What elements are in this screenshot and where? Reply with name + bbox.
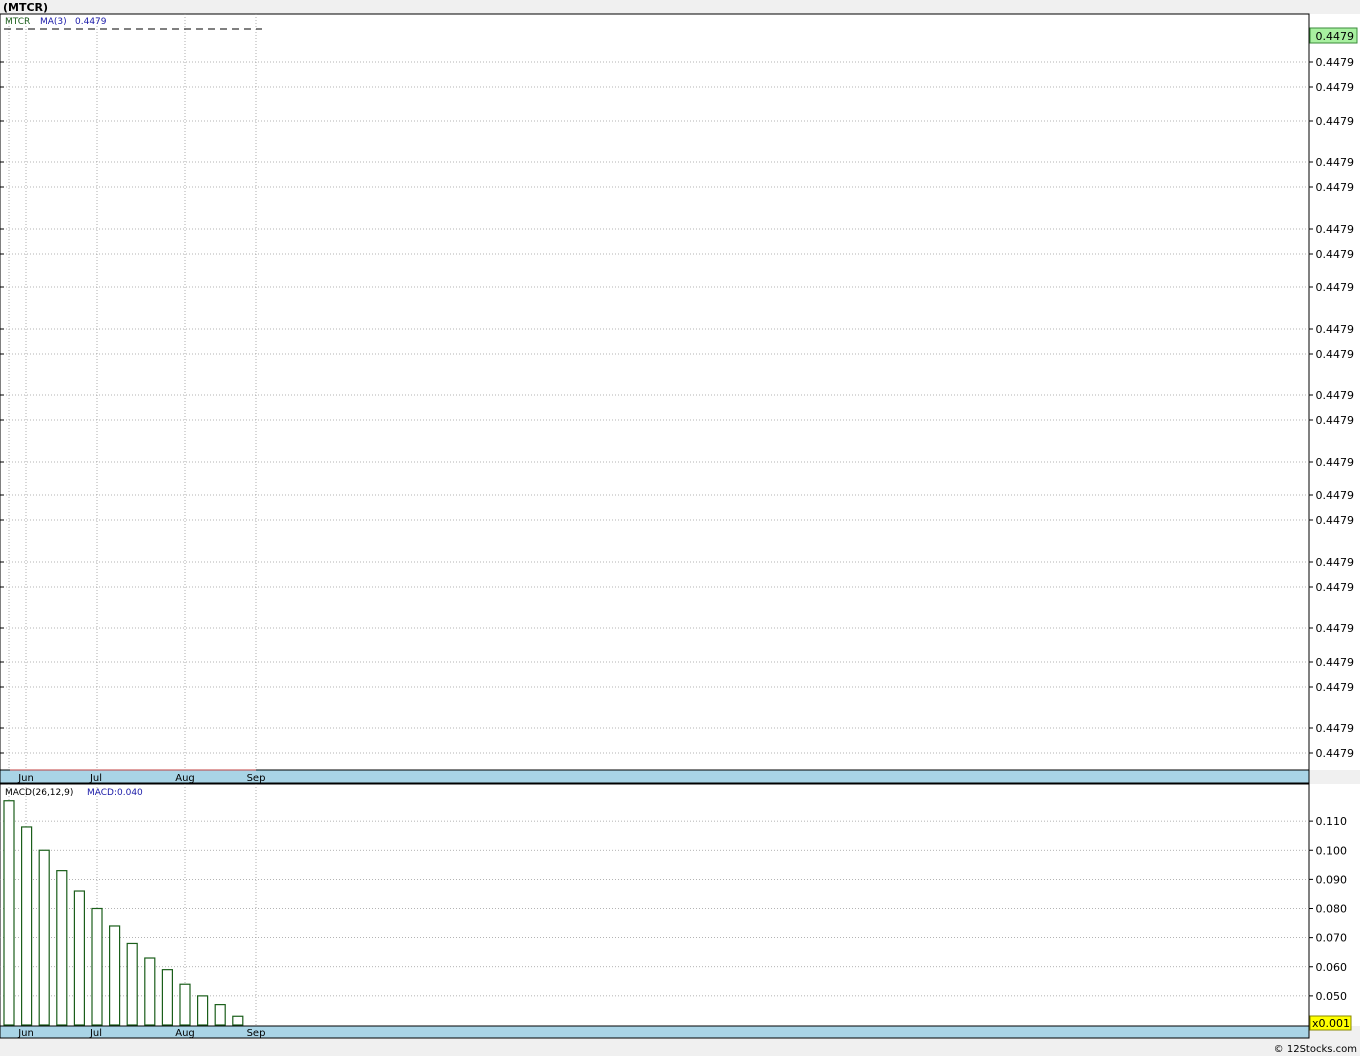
price-y-tick-label: 0.4479 — [1316, 681, 1355, 694]
price-x-tick-sep: Sep — [247, 773, 266, 784]
price-y-tick-label: 0.4479 — [1316, 414, 1355, 427]
price-y-tick-label: 0.4479 — [1316, 556, 1355, 569]
macd-bar — [179, 983, 191, 1026]
macd-panel: 0.110 0.100 0.090 0.080 0.070 0.060 0.050 MACD… — [0, 783, 1360, 1031]
macd-bar — [56, 870, 68, 1026]
macd-bar — [232, 1015, 244, 1026]
macd-x-axis-band — [0, 1025, 1310, 1039]
price-plot-area — [0, 13, 1310, 771]
price-y-tick-label: 0.4479 — [1316, 389, 1355, 402]
price-y-tick-label: 0.4479 — [1316, 81, 1355, 94]
macd-y-tick-label: 0.090 — [1316, 873, 1348, 886]
macd-legend-label: MACD(26,12,9) — [5, 788, 73, 798]
macd-bar — [161, 969, 173, 1026]
price-y-tick-label: 0.4479 — [1316, 622, 1355, 635]
macd-bar — [144, 957, 156, 1026]
macd-plot-area — [0, 783, 1310, 1027]
price-y-tick-label: 0.4479 — [1316, 156, 1355, 169]
macd-y-tick-label: 0.100 — [1316, 844, 1348, 857]
price-x-axis-band — [0, 769, 1310, 784]
macd-x-tick-sep: Sep — [247, 1028, 266, 1039]
macd-bar — [214, 1004, 226, 1026]
price-x-tick-jul: Jul — [89, 773, 102, 784]
price-y-tick-label: 0.4479 — [1316, 722, 1355, 735]
multiplier-label: x0.001 — [1312, 1017, 1350, 1030]
price-x-tick-aug: Aug — [175, 773, 195, 784]
macd-x-axis: Jun Jul Aug Sep — [0, 1025, 1310, 1039]
macd-y-tick-label: 0.070 — [1316, 932, 1348, 945]
price-y-tick-label: 0.4479 — [1316, 656, 1355, 669]
price-y-tick-label: 0.4479 — [1316, 323, 1355, 336]
chart-title: (MTCR) — [3, 1, 48, 14]
macd-bar — [21, 826, 33, 1026]
macd-y-tick-label: 0.050 — [1316, 990, 1348, 1003]
macd-y-tick-label: 0.080 — [1316, 903, 1348, 916]
price-y-tick-label: 0.4479 — [1316, 181, 1355, 194]
current-price-label: 0.4479 — [1316, 30, 1355, 43]
price-panel: 0.4479 0.4479 0.4479 0.4479 0.4479 0.4479 0.44… — [0, 13, 1360, 771]
price-y-tick-label: 0.4479 — [1316, 248, 1355, 261]
price-y-tick-label: 0.4479 — [1316, 281, 1355, 294]
legend-ma-label: MA(3) — [40, 17, 67, 27]
price-y-tick-label: 0.4479 — [1316, 514, 1355, 527]
stock-chart: (MTCR) 0.44790.44790.44790.44790.44790.4… — [0, 1, 1360, 1055]
price-y-tick-label: 0.4479 — [1316, 223, 1355, 236]
price-y-tick-label: 0.4479 — [1316, 56, 1355, 69]
price-x-axis: Jun Jul Aug Sep — [0, 769, 1310, 784]
price-y-tick-label: 0.4479 — [1316, 115, 1355, 128]
legend-symbol: MTCR — [5, 17, 30, 27]
macd-x-tick-aug: Aug — [175, 1028, 195, 1039]
legend-ma-value: 0.4479 — [75, 17, 107, 27]
macd-x-tick-jul: Jul — [89, 1028, 102, 1039]
macd-y-tick-label: 0.060 — [1316, 961, 1348, 974]
price-y-tick-label: 0.4479 — [1316, 489, 1355, 502]
price-y-tick-label: 0.4479 — [1316, 456, 1355, 469]
footer-copyright: © 12Stocks.com — [1274, 1044, 1357, 1055]
macd-x-tick-jun: Jun — [17, 1028, 34, 1039]
macd-bar — [108, 925, 121, 1026]
macd-bar — [197, 995, 209, 1026]
macd-y-tick-label: 0.110 — [1316, 815, 1348, 828]
price-x-tick-jun: Jun — [17, 773, 34, 784]
price-y-tick-label: 0.4479 — [1316, 581, 1355, 594]
price-y-tick-label: 0.4479 — [1316, 747, 1355, 760]
macd-bar — [126, 942, 138, 1026]
macd-bar — [91, 907, 103, 1026]
macd-legend-value: MACD:0.040 — [87, 788, 143, 798]
macd-bar — [73, 890, 86, 1026]
price-y-tick-label: 0.4479 — [1316, 348, 1355, 361]
macd-bar — [3, 800, 15, 1026]
macd-bar — [38, 849, 50, 1026]
